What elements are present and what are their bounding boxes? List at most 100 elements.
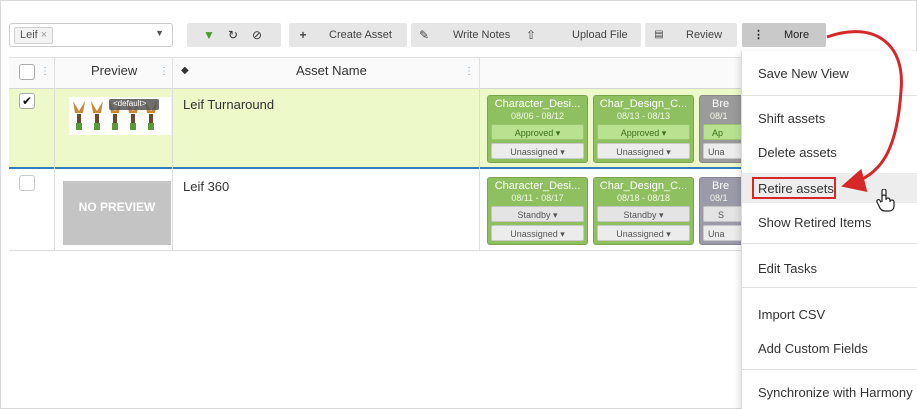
menu-item-synchronize-with-harmony[interactable]: Synchronize with Harmony [758, 385, 913, 400]
clear-filter-icon[interactable]: ⊘ [247, 23, 267, 47]
task-dates: 08/1 [710, 193, 728, 203]
row-checkbox[interactable]: ✔ [19, 93, 35, 109]
task-card[interactable]: Char_Design_C... 08/18 - 08/18 Standby ▾… [593, 177, 694, 245]
task-card[interactable]: Bre 08/1 Ap Una [699, 95, 747, 163]
task-card[interactable]: Char_Design_C... 08/13 - 08/13 Approved … [593, 95, 694, 163]
more-label: More [784, 29, 810, 41]
task-assignee-label: Una [708, 147, 725, 157]
no-preview-placeholder[interactable]: NO PREVIEW [63, 181, 171, 245]
menu-item-retire-assets[interactable]: Retire assets [758, 181, 834, 196]
create-asset-label: Create Asset [329, 29, 392, 41]
menu-divider [742, 369, 917, 370]
task-card[interactable]: Bre 08/1 S Una [699, 177, 747, 245]
preview-column-header[interactable]: Preview [91, 58, 137, 89]
column-divider [479, 89, 480, 169]
review-icon: ▤ [654, 29, 664, 40]
menu-item-delete-assets[interactable]: Delete assets [758, 145, 837, 160]
chevron-down-icon: ▾ [560, 147, 565, 157]
column-divider [172, 89, 173, 169]
asset-name-cell[interactable]: Leif 360 [183, 179, 229, 194]
task-title: Bre [712, 180, 730, 192]
task-title: Char_Design_C... [599, 98, 688, 110]
menu-item-show-retired-items[interactable]: Show Retired Items [758, 215, 871, 230]
upload-file-button[interactable]: ⇧ Upload File [515, 23, 641, 47]
sort-icon[interactable]: ◆ [181, 58, 189, 89]
column-menu-icon[interactable]: ⋮ [40, 66, 50, 78]
thumbnail-tag: <default> [113, 99, 147, 108]
vertical-dots-icon: ⋮ [753, 29, 764, 41]
toolbar: Leif × ▼ ▼ ↻ ⊘ + Create Asset ✎ Write Not… [1, 1, 917, 47]
column-menu-icon[interactable]: ⋮ [159, 66, 169, 78]
refresh-icon[interactable]: ↻ [223, 23, 243, 47]
edit-note-icon: ✎ [418, 28, 430, 42]
task-assignee-dropdown[interactable]: Unassigned ▾ [597, 225, 690, 241]
menu-item-shift-assets[interactable]: Shift assets [758, 111, 825, 126]
task-dates: 08/06 - 08/12 [510, 111, 565, 121]
chevron-down-icon: ▾ [666, 229, 671, 239]
select-all-checkbox[interactable] [19, 64, 35, 80]
column-divider [172, 58, 173, 89]
filter-chip[interactable]: Leif × [14, 27, 54, 44]
asset-name-cell[interactable]: Leif Turnaround [183, 97, 274, 112]
task-dates: 08/18 - 08/18 [616, 193, 671, 203]
chevron-down-icon: ▾ [659, 210, 664, 220]
asset-library-window: Leif × ▼ ▼ ↻ ⊘ + Create Asset ✎ Write Not… [0, 0, 917, 409]
asset-thumbnail[interactable]: <default> [69, 97, 171, 135]
menu-item-save-new-view[interactable]: Save New View [758, 66, 849, 81]
upload-icon: ⇧ [525, 28, 537, 42]
column-divider [479, 171, 480, 251]
task-status-label: Approved [514, 128, 554, 138]
filter-actions-group: ▼ ↻ ⊘ [187, 23, 281, 47]
column-divider [479, 58, 480, 89]
task-title: Char_Design_C... [599, 180, 688, 192]
task-status-label: Approved [620, 128, 660, 138]
task-assignee-dropdown[interactable]: Unassigned ▾ [597, 143, 690, 159]
column-menu-icon[interactable]: ⋮ [464, 66, 474, 78]
task-dates: 08/11 - 08/17 [511, 193, 564, 203]
review-button[interactable]: ▤ Review [645, 23, 737, 47]
menu-item-edit-tasks[interactable]: Edit Tasks [758, 261, 817, 276]
chevron-down-icon: ▾ [553, 210, 558, 220]
chevron-down-icon[interactable]: ▼ [155, 28, 164, 38]
task-status-dropdown[interactable]: Standby ▾ [491, 206, 584, 222]
column-divider [54, 171, 55, 251]
more-button[interactable]: ⋮ More [742, 23, 826, 47]
funnel-icon[interactable]: ▼ [199, 23, 219, 47]
menu-item-add-custom-fields[interactable]: Add Custom Fields [758, 341, 868, 356]
menu-item-import-csv[interactable]: Import CSV [758, 307, 825, 322]
task-status-label: S [718, 210, 725, 220]
no-preview-label: NO PREVIEW [78, 200, 156, 214]
task-assignee-dropdown[interactable]: Unassigned ▾ [491, 225, 584, 241]
task-assignee-label: Unassigned [510, 147, 558, 157]
task-card[interactable]: Character_Desi... 08/11 - 08/17 Standby … [487, 177, 588, 245]
write-notes-button[interactable]: ✎ Write Notes [411, 23, 519, 47]
task-status-label: Ap [712, 128, 724, 138]
menu-divider [742, 95, 917, 96]
asset-name-column-header[interactable]: Asset Name [296, 58, 367, 89]
task-title: Character_Desi... [494, 180, 581, 192]
task-assignee-dropdown[interactable]: Unassigned ▾ [491, 143, 584, 159]
column-divider [54, 58, 55, 89]
task-card[interactable]: Character_Desi... 08/06 - 08/12 Approved… [487, 95, 588, 163]
column-divider [54, 89, 55, 169]
task-assignee-label: Unassigned [510, 229, 558, 239]
task-status-dropdown[interactable]: Standby ▾ [597, 206, 690, 222]
hand-cursor-icon [876, 189, 895, 212]
menu-divider [742, 287, 917, 288]
filter-chip-label: Leif [20, 29, 38, 41]
chevron-down-icon: ▾ [661, 128, 667, 138]
task-title: Bre [712, 98, 730, 110]
column-divider [172, 171, 173, 251]
create-asset-button[interactable]: + Create Asset [289, 23, 407, 47]
task-status-dropdown[interactable]: Approved ▾ [597, 124, 690, 140]
task-status-label: Standby [517, 210, 551, 220]
chevron-down-icon: ▾ [666, 147, 671, 157]
task-title: Character_Desi... [494, 98, 581, 110]
row-checkbox[interactable] [19, 175, 35, 191]
upload-file-label: Upload File [572, 29, 628, 41]
review-label: Review [686, 29, 723, 41]
filter-select[interactable]: Leif × ▼ [9, 23, 173, 47]
task-dates: 08/13 - 08/13 [616, 111, 671, 121]
task-status-dropdown[interactable]: Approved ▾ [491, 124, 584, 140]
close-icon[interactable]: × [41, 29, 47, 41]
